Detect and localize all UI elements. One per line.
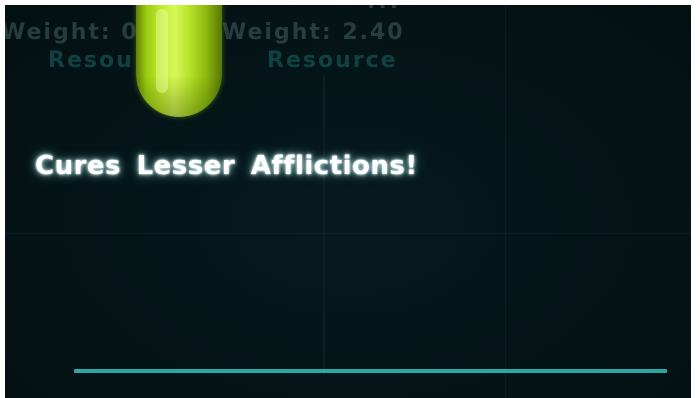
background-line — [323, 75, 325, 375]
resource-label-left: Resou — [48, 48, 134, 73]
resource-label-right: Resource — [267, 48, 398, 73]
weight-stat-left: Weight: 0 — [5, 20, 139, 45]
top-stat-fragment: ... — [367, 5, 401, 14]
game-screen: ... Weight: 0 Weight: 2.40 Resou Resourc… — [5, 5, 691, 398]
vial-highlight — [156, 9, 168, 93]
weight-stat-right: Weight: 2.40 — [222, 20, 405, 45]
progress-bar — [74, 369, 667, 373]
background-line — [505, 5, 506, 398]
background-line — [5, 233, 691, 234]
item-effect-text: Cures Lesser Afflictions! — [35, 151, 418, 181]
vial-shade — [136, 75, 222, 117]
